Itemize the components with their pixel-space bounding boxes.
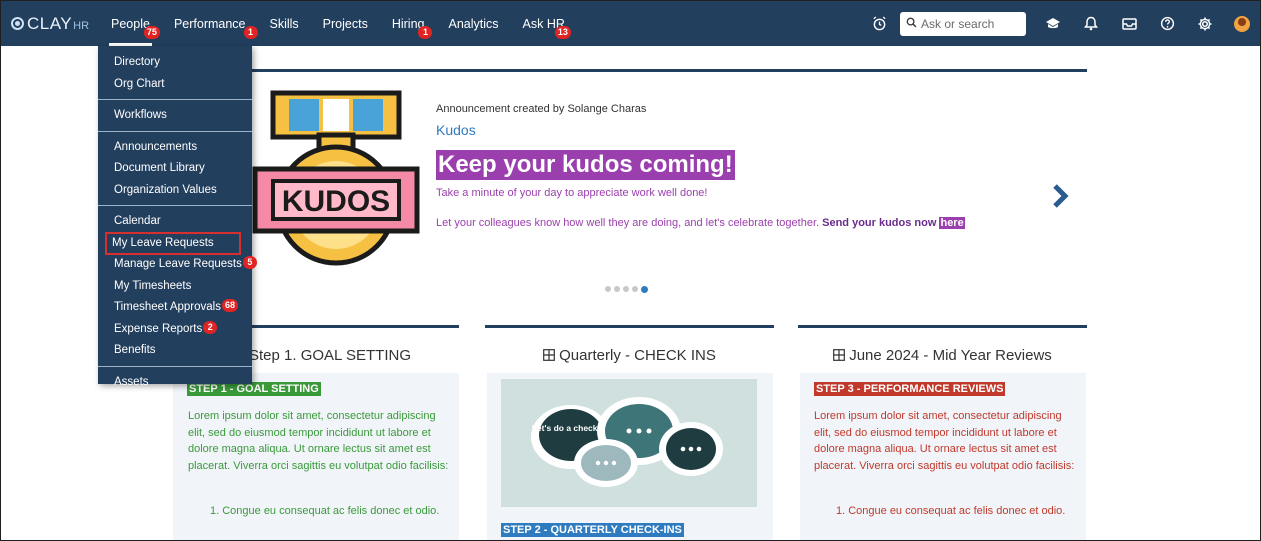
card-2-title: Quarterly - CHECK INS [485,347,774,364]
announcement-category: Kudos [436,122,476,138]
kudos-medal-illustration: KUDOS [252,90,420,266]
nav-skills[interactable]: Skills [270,1,299,46]
help-icon[interactable] [1158,15,1176,33]
announcement-title: Keep your kudos coming! [436,150,735,180]
toolbar [870,11,1260,36]
carousel-dot[interactable] [614,286,620,292]
app-window: CLAY HR People 75 Performance 1 Skills P… [0,0,1261,541]
menu-item-my-timesheets[interactable]: My Timesheets [98,276,252,298]
carousel-next-arrow-icon[interactable] [1051,183,1071,209]
nav-ask-hr-badge: 13 [554,26,571,39]
menu-item-benefits[interactable]: Benefits [98,340,252,362]
bell-icon[interactable] [1082,15,1100,33]
nav-analytics[interactable]: Analytics [448,1,498,46]
card-1-text: Lorem ipsum dolor sit amet, consectetur … [188,410,449,472]
carousel-dot[interactable] [623,286,629,292]
avatar[interactable] [1234,15,1250,32]
menu-item-manage-leave-requests[interactable]: Manage Leave Requests 5 [98,254,257,276]
grid-icon [543,349,556,361]
menu-divider [98,130,252,132]
announcement-text-line1: Take a minute of your day to appreciate … [436,187,708,199]
menu-item-my-leave-requests[interactable]: My Leave Requests [105,231,241,255]
announcement-text-line2: Let your colleagues know how well they a… [436,217,965,229]
mail-icon[interactable] [1120,15,1138,33]
menu-item-expense-reports[interactable]: Expense Reports 2 [98,319,252,341]
people-dropdown-menu: Directory Org Chart Workflows Announceme… [98,46,257,388]
card-3-list-item: 1. Congue eu consequat ac felis donec et… [836,505,1066,517]
menu-item-assets[interactable]: Assets [98,372,252,394]
search-input[interactable] [921,16,1021,31]
nav-performance-badge: 1 [243,26,258,39]
menu-item-directory[interactable]: Directory [98,52,252,74]
search-icon [906,17,917,31]
carousel-dot[interactable] [632,286,638,292]
card-2-rule [485,325,774,328]
card-3-step-label: STEP 3 - PERFORMANCE REVIEWS [814,382,1006,396]
logo-icon [11,17,24,30]
menu-item-organization-values[interactable]: Organization Values [98,180,252,202]
nav-ask-hr[interactable]: Ask HR 13 [523,1,571,46]
menu-item-announcements[interactable]: Announcements [98,137,252,159]
logo-suffix: HR [73,19,90,32]
carousel-dot-active[interactable] [641,285,648,293]
expense-reports-badge: 2 [203,320,218,334]
manage-leave-requests-badge: 5 [242,256,257,269]
main-nav: People 75 Performance 1 Skills Projects … [109,1,589,46]
nav-performance[interactable]: Performance 1 [174,1,258,46]
top-navigation-bar: CLAY HR People 75 Performance 1 Skills P… [1,1,1260,46]
card-3-rule [798,325,1087,328]
carousel-dot[interactable] [605,286,611,292]
toolbar-right-icons [1044,15,1260,33]
check-in-illustration: Let's do a check-in. [501,379,757,507]
settings-icon[interactable] [1196,15,1214,33]
menu-item-org-chart[interactable]: Org Chart [98,74,252,96]
menu-divider [98,99,252,100]
clayhr-logo[interactable]: CLAY HR [1,1,99,46]
card-2-step-label: STEP 2 - QUARTERLY CHECK-INS [501,523,684,537]
timesheet-approvals-badge: 68 [221,299,238,312]
announcement-meta: Announcement created by Solange Charas [436,103,647,115]
nav-people[interactable]: People 75 [109,1,160,46]
menu-divider [98,365,252,367]
send-kudos-link[interactable]: here [939,217,965,229]
grid-icon [833,349,846,361]
search-box [900,11,1026,36]
menu-item-workflows[interactable]: Workflows [98,105,252,127]
nav-people-badge: 75 [143,26,160,39]
carousel-top-rule [171,69,1087,72]
nav-hiring-badge: 1 [418,26,433,39]
nav-hiring[interactable]: Hiring 1 [392,1,433,46]
logo-name: CLAY [27,13,73,33]
card-3-text: Lorem ipsum dolor sit amet, consectetur … [814,410,1075,472]
nav-projects[interactable]: Projects [323,1,368,46]
carousel-dots [605,285,651,293]
menu-item-document-library[interactable]: Document Library [98,158,252,180]
kudos-art-text: KUDOS [282,185,390,218]
card-1-list-item: 1. Congue eu consequat ac felis donec et… [210,505,440,517]
menu-divider [98,205,252,206]
alarm-clock-icon[interactable] [870,15,888,33]
menu-item-calendar[interactable]: Calendar [98,211,252,233]
menu-item-timesheet-approvals[interactable]: Timesheet Approvals 68 [98,297,252,319]
card-3-title: June 2024 - Mid Year Reviews [798,347,1087,364]
graduation-cap-icon[interactable] [1044,15,1062,33]
